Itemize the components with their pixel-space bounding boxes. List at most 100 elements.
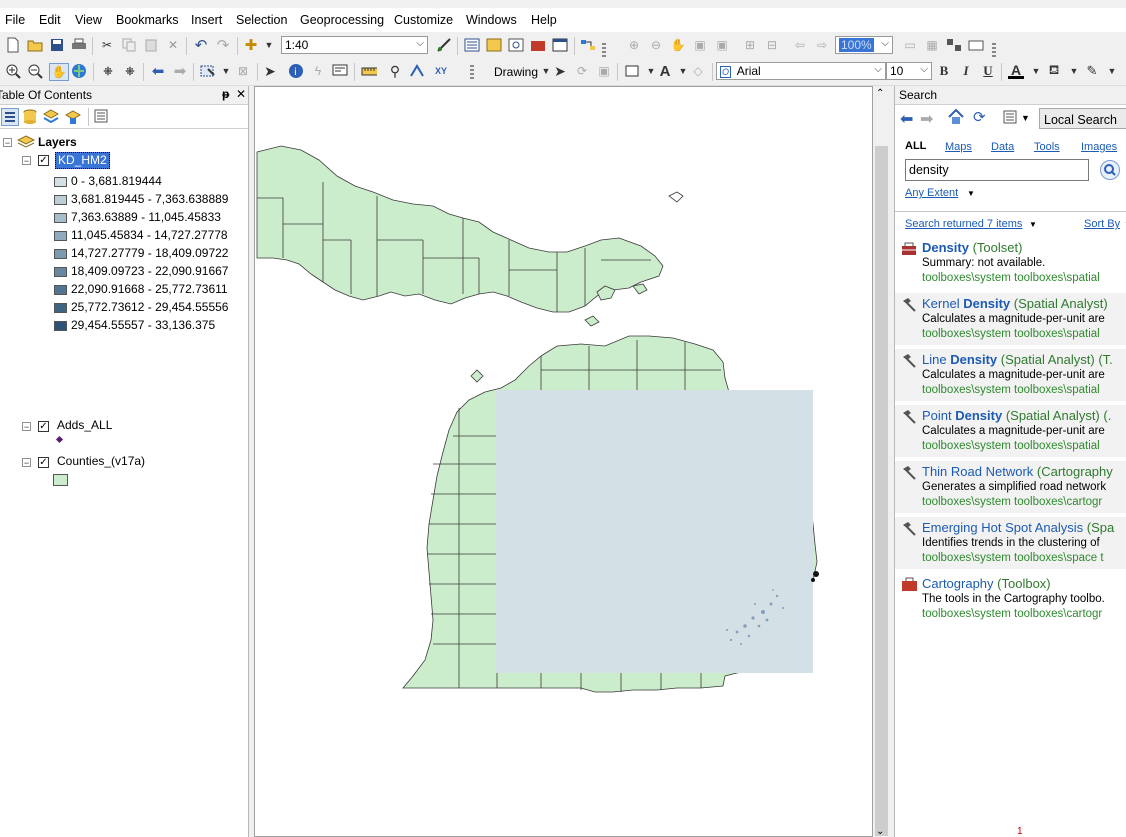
underline-button[interactable]: U bbox=[980, 63, 996, 79]
fixed-zoom-in-map-icon[interactable]: ⁜ bbox=[100, 63, 116, 79]
page-number[interactable]: 1 bbox=[1017, 826, 1023, 837]
layer-counties[interactable]: Counties_(v17a) bbox=[57, 454, 145, 470]
tab-maps[interactable]: Maps bbox=[945, 141, 972, 153]
search-input[interactable] bbox=[905, 159, 1089, 181]
search-options-icon[interactable] bbox=[1003, 110, 1017, 127]
search-result-path[interactable]: toolboxes\system toolboxes\spatial bbox=[922, 328, 1100, 340]
fill-color-dropdown-icon[interactable]: ▼ bbox=[1066, 63, 1082, 79]
search-options-dropdown-icon[interactable]: ▼ bbox=[1021, 113, 1030, 123]
select-features-icon[interactable] bbox=[200, 63, 216, 79]
rectangle-icon[interactable] bbox=[624, 63, 640, 79]
menu-selection[interactable]: Selection bbox=[236, 13, 287, 27]
sort-by-link[interactable]: Sort By bbox=[1084, 218, 1120, 230]
toggle-draft-mode-icon[interactable]: ▭ bbox=[902, 37, 918, 53]
find-binoculars-icon[interactable]: ⚲ bbox=[387, 63, 403, 79]
search-result-item[interactable]: Density (Toolset) Summary: not available.… bbox=[895, 237, 1126, 289]
font-color-button[interactable]: A bbox=[1008, 62, 1024, 79]
search-icon[interactable] bbox=[1100, 160, 1120, 180]
legend-swatch[interactable] bbox=[54, 213, 67, 223]
tab-images[interactable]: Images bbox=[1081, 141, 1117, 153]
font-combo[interactable]: O Arial ⌵ bbox=[716, 62, 886, 80]
new-document-icon[interactable] bbox=[5, 37, 21, 53]
hyperlink-icon[interactable]: ϟ bbox=[310, 63, 326, 79]
line-color-icon[interactable]: ✎ bbox=[1084, 63, 1100, 79]
search-returned-count[interactable]: Search returned 7 items bbox=[905, 218, 1022, 230]
layer-adds-all[interactable]: Adds_ALL bbox=[57, 418, 112, 434]
data-driven-pages-icon[interactable] bbox=[968, 37, 984, 53]
scroll-up-icon[interactable]: ⌃ bbox=[876, 88, 884, 99]
print-icon[interactable] bbox=[71, 37, 87, 53]
drawing-menu[interactable]: Drawing bbox=[494, 65, 538, 79]
menu-customize[interactable]: Customize bbox=[394, 13, 453, 27]
zoom-whole-page-icon[interactable]: ▣ bbox=[692, 37, 708, 53]
catalog-icon[interactable] bbox=[486, 37, 502, 53]
zoom-in-icon[interactable] bbox=[5, 63, 21, 79]
menu-view[interactable]: View bbox=[75, 13, 102, 27]
add-data-icon[interactable]: ✚ bbox=[243, 37, 259, 54]
font-size-combo[interactable]: 10 ⌵ bbox=[886, 62, 932, 80]
python-window-icon[interactable] bbox=[552, 37, 568, 53]
redo-icon[interactable]: ↷ bbox=[215, 37, 231, 54]
model-builder-icon[interactable] bbox=[580, 37, 596, 53]
map-vertical-scrollbar[interactable]: ⌄ ⌃ bbox=[873, 86, 890, 837]
select-dropdown-icon[interactable]: ▼ bbox=[218, 63, 234, 79]
rotate-icon[interactable]: ⟳ bbox=[574, 63, 590, 79]
layer-kd-hm2[interactable]: KD_HM2 bbox=[55, 152, 110, 169]
bold-button[interactable]: B bbox=[936, 63, 952, 79]
editor-toolbar-icon[interactable] bbox=[436, 37, 452, 53]
open-folder-icon[interactable] bbox=[27, 37, 43, 53]
search-forward-icon[interactable]: ➡ bbox=[920, 109, 933, 129]
local-search-button[interactable]: Local Search bbox=[1039, 108, 1126, 129]
scroll-down-icon[interactable]: ⌄ bbox=[876, 826, 884, 837]
copy-icon[interactable] bbox=[121, 37, 137, 53]
search-result-title[interactable]: Emerging Hot Spot Analysis (Spa bbox=[922, 520, 1114, 535]
delete-icon[interactable]: ✕ bbox=[165, 37, 181, 53]
tab-all[interactable]: ALL bbox=[905, 140, 926, 152]
line-color-dropdown-icon[interactable]: ▼ bbox=[1104, 63, 1120, 79]
go-back-extent-icon[interactable]: ⬅ bbox=[150, 63, 166, 80]
zoom-percent-combo[interactable]: 100% ⌵ bbox=[835, 36, 893, 54]
fixed-zoom-in-icon[interactable]: ⊞ bbox=[742, 37, 758, 53]
list-by-visibility-icon[interactable] bbox=[42, 109, 60, 128]
cut-icon[interactable]: ✂ bbox=[99, 37, 115, 53]
fill-color-icon[interactable]: ⛾ bbox=[1046, 62, 1062, 79]
search-result-item[interactable]: Emerging Hot Spot Analysis (Spa Identifie… bbox=[895, 517, 1126, 569]
search-result-title[interactable]: Density (Toolset) bbox=[922, 240, 1022, 255]
back-extent-icon[interactable]: ⇦ bbox=[792, 37, 808, 53]
counties-visibility-checkbox[interactable]: ✓ bbox=[38, 457, 49, 468]
search-result-path[interactable]: toolboxes\system toolboxes\spatial bbox=[922, 384, 1100, 396]
menu-bookmarks[interactable]: Bookmarks bbox=[116, 13, 179, 27]
arctoolbox-icon[interactable] bbox=[530, 37, 546, 53]
save-icon[interactable] bbox=[49, 37, 65, 53]
search-refresh-icon[interactable]: ⟳ bbox=[973, 108, 986, 126]
scrollbar-thumb[interactable] bbox=[875, 146, 888, 836]
html-popup-icon[interactable] bbox=[332, 63, 348, 79]
measure-icon[interactable] bbox=[361, 63, 377, 79]
legend-swatch[interactable] bbox=[54, 321, 67, 331]
text-dropdown-icon[interactable]: ▼ bbox=[675, 63, 691, 79]
adds-all-visibility-checkbox[interactable]: ✓ bbox=[38, 421, 49, 432]
search-result-item[interactable]: Thin Road Network (Cartography Generates … bbox=[895, 461, 1126, 513]
close-icon[interactable]: ✕ bbox=[236, 87, 246, 101]
kd-hm2-collapse-toggle[interactable]: − bbox=[22, 156, 31, 166]
menu-windows[interactable]: Windows bbox=[466, 13, 517, 27]
list-by-source-icon[interactable] bbox=[23, 109, 37, 128]
focus-data-frame-icon[interactable]: ▦ bbox=[924, 37, 940, 53]
search-result-item[interactable]: Line Density (Spatial Analyst) (T. Calcul… bbox=[895, 349, 1126, 401]
font-color-dropdown-icon[interactable]: ▼ bbox=[1028, 63, 1044, 79]
search-result-path[interactable]: toolboxes\system toolboxes\space t bbox=[922, 552, 1104, 564]
fixed-zoom-out-map-icon[interactable]: ⁜ bbox=[122, 63, 138, 79]
table-of-contents-icon[interactable] bbox=[464, 37, 480, 53]
legend-swatch[interactable] bbox=[54, 285, 67, 295]
zoom-out-fixed-icon[interactable]: ⊖ bbox=[648, 37, 664, 53]
map-view[interactable] bbox=[254, 86, 873, 837]
counties-fill-symbol[interactable] bbox=[53, 474, 68, 486]
legend-swatch[interactable] bbox=[54, 177, 67, 187]
adds-all-collapse-toggle[interactable]: − bbox=[22, 422, 31, 432]
pin-icon[interactable]: ᵽ bbox=[222, 87, 229, 101]
toc-options-icon[interactable] bbox=[94, 109, 108, 126]
full-extent-icon[interactable] bbox=[71, 63, 87, 79]
add-data-dropdown-icon[interactable]: ▼ bbox=[261, 37, 277, 53]
kd-hm2-raster[interactable] bbox=[496, 390, 813, 673]
change-layout-icon[interactable] bbox=[946, 37, 962, 53]
